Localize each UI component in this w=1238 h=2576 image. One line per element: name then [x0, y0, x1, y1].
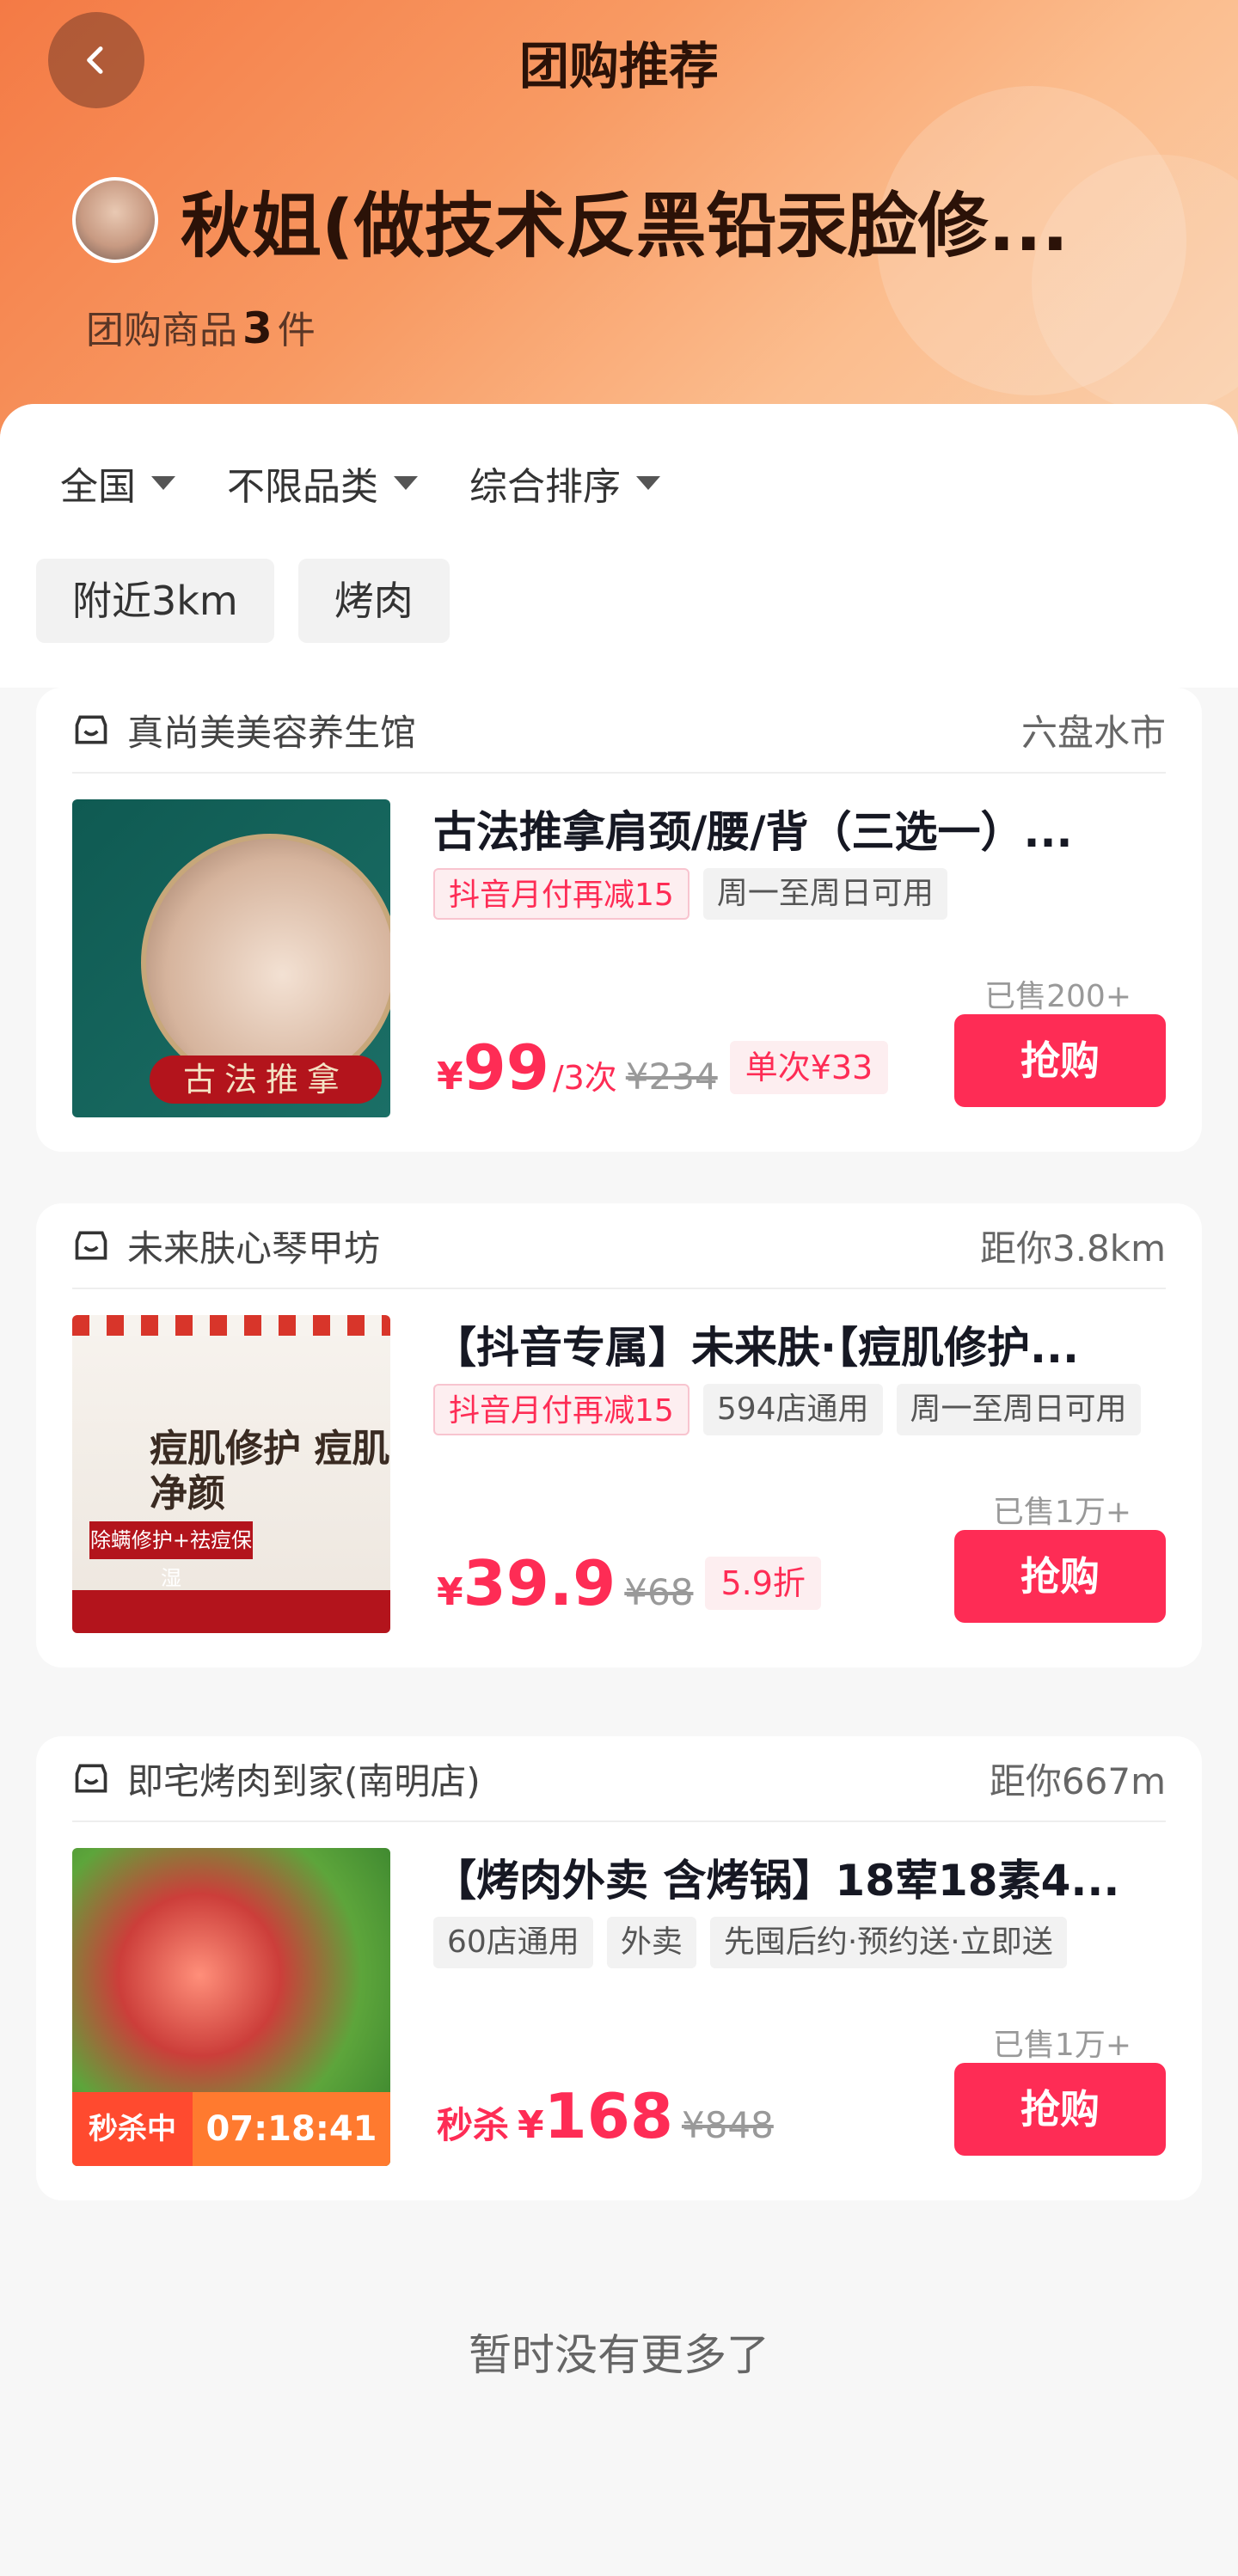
deal-title[interactable]: 【抖音专属】未来肤·【痘肌修护... — [433, 1313, 1159, 1375]
filter-label: 不限品类 — [227, 465, 378, 509]
content-sheet: 全国 不限品类 综合排序 附近3km 烤肉 真尚美美容养生馆 六盘水市 古法推拿 — [0, 404, 1238, 2576]
filter-category[interactable]: 不限品类 — [227, 456, 418, 511]
buy-button[interactable]: 抢购 — [954, 2063, 1166, 2156]
thumbnail-caption: 古法推拿 — [150, 1055, 382, 1104]
discount-badge: 5.9折 — [705, 1557, 821, 1610]
flash-sale-countdown: 07:18:41 — [193, 2092, 390, 2166]
flash-sale-banner: 秒杀中 07:18:41 — [72, 2092, 390, 2166]
filter-bar: 全国 不限品类 综合排序 — [60, 456, 660, 511]
price: 99 — [463, 1031, 549, 1104]
store-name: 未来肤心琴甲坊 — [127, 1227, 381, 1270]
filter-area: 全国 不限品类 综合排序 附近3km 烤肉 — [0, 404, 1238, 688]
price: 168 — [543, 2080, 673, 2152]
store-distance: 距你667m — [989, 1759, 1166, 1802]
deal-title[interactable]: 【烤肉外卖 含烤锅】18荤18素4... — [433, 1846, 1159, 1908]
original-price: ¥68 — [624, 1571, 694, 1613]
flash-sale-label: 秒杀中 — [72, 2092, 193, 2166]
discount-badge: 单次¥33 — [729, 1041, 889, 1094]
filter-sort[interactable]: 综合排序 — [469, 456, 660, 511]
store-icon — [75, 1764, 107, 1793]
availability-tag: 周一至周日可用 — [896, 1384, 1141, 1435]
store-distance: 六盘水市 — [1020, 711, 1166, 754]
delivery-tag: 外卖 — [606, 1917, 696, 1968]
buy-button[interactable]: 抢购 — [954, 1530, 1166, 1623]
caret-down-icon — [636, 476, 660, 490]
store-distance: 距你3.8km — [979, 1227, 1166, 1270]
goods-count: 团购商品 3 件 — [86, 299, 316, 354]
thumbnail-footer-bar — [72, 1590, 390, 1633]
store-name: 即宅烤肉到家(南明店) — [127, 1759, 481, 1802]
goods-count-suffix: 件 — [277, 309, 316, 352]
filter-region[interactable]: 全国 — [60, 456, 175, 511]
shop-header: 秋姐(做技术反黑铅汞脸修... — [72, 168, 1204, 271]
sold-count: 已售200+ — [984, 979, 1131, 1014]
no-more-text: 暂时没有更多了 — [469, 2330, 769, 2380]
caret-down-icon — [394, 476, 418, 490]
currency-symbol: ¥ — [437, 1570, 463, 1614]
currency-symbol: ¥ — [437, 1055, 463, 1098]
deal-tags: 60店通用 外卖 先囤后约·预约送·立即送 — [433, 1917, 1067, 1968]
deal-card[interactable]: 即宅烤肉到家(南明店) 距你667m 秒杀中 07:18:41 【烤肉外卖 含烤… — [36, 1736, 1202, 2200]
chip-bbq[interactable]: 烤肉 — [297, 559, 450, 643]
goods-count-number: 3 — [242, 303, 273, 353]
filter-label: 综合排序 — [469, 465, 621, 509]
price-row: ¥ 39.9 ¥68 5.9折 — [437, 1547, 821, 1619]
thumbnail-caption: 痘肌修护 痘肌净颜 — [150, 1427, 390, 1515]
deal-thumbnail[interactable]: 古法推拿 — [72, 799, 390, 1117]
deal-title[interactable]: 古法推拿肩颈/腰/背（三选一）... — [433, 798, 1159, 860]
store-name: 真尚美美容养生馆 — [127, 711, 417, 754]
original-price: ¥848 — [681, 2104, 774, 2146]
deal-card[interactable]: 真尚美美容养生馆 六盘水市 古法推拿 古法推拿肩颈/腰/背（三选一）... 抖音… — [36, 688, 1202, 1152]
decorative-ribbon — [72, 1315, 390, 1336]
buy-button[interactable]: 抢购 — [954, 1014, 1166, 1107]
quick-filter-chips: 附近3km 烤肉 — [36, 559, 450, 643]
deal-tags: 抖音月付再减15 594店通用 周一至周日可用 — [433, 1384, 1141, 1435]
price-unit: /3次 — [552, 1059, 617, 1097]
sold-count: 已售1万+ — [992, 2028, 1131, 2063]
flash-price-label: 秒杀 — [437, 2104, 510, 2146]
page-title: 团购推荐 — [518, 37, 719, 95]
store-row[interactable]: 未来肤心琴甲坊 距你3.8km — [72, 1203, 1166, 1289]
shop-name[interactable]: 秋姐(做技术反黑铅汞脸修... — [181, 168, 1069, 271]
thumbnail-subcaption: 除螨修护+祛痘保湿 — [89, 1521, 253, 1590]
filter-label: 全国 — [60, 465, 136, 509]
store-count-tag: 594店通用 — [702, 1384, 883, 1435]
booking-tag: 先囤后约·预约送·立即送 — [709, 1917, 1067, 1968]
deal-thumbnail[interactable]: 痘肌修护 痘肌净颜 除螨修护+祛痘保湿 — [72, 1315, 390, 1633]
caret-down-icon — [151, 476, 175, 490]
store-icon — [75, 715, 107, 744]
price-row: ¥ 99 /3次 ¥234 单次¥33 — [437, 1031, 889, 1104]
chip-nearby[interactable]: 附近3km — [36, 559, 274, 643]
sold-count: 已售1万+ — [992, 1495, 1131, 1530]
original-price: ¥234 — [625, 1055, 718, 1098]
deal-card[interactable]: 未来肤心琴甲坊 距你3.8km 痘肌修护 痘肌净颜 除螨修护+祛痘保湿 【抖音专… — [36, 1203, 1202, 1667]
currency-symbol: ¥ — [518, 2103, 544, 2147]
goods-count-prefix: 团购商品 — [86, 309, 237, 352]
store-icon — [75, 1231, 107, 1260]
price: 39.9 — [463, 1547, 616, 1619]
price-row: 秒杀 ¥ 168 ¥848 — [437, 2080, 774, 2152]
massage-image — [141, 834, 390, 1092]
deal-thumbnail[interactable]: 秒杀中 07:18:41 — [72, 1848, 390, 2166]
promo-tag: 抖音月付再减15 — [433, 868, 689, 920]
avatar[interactable] — [72, 176, 158, 263]
store-row[interactable]: 真尚美美容养生馆 六盘水市 — [72, 688, 1166, 774]
availability-tag: 周一至周日可用 — [702, 868, 947, 920]
store-count-tag: 60店通用 — [433, 1917, 593, 1968]
promo-tag: 抖音月付再减15 — [433, 1384, 689, 1435]
deal-tags: 抖音月付再减15 周一至周日可用 — [433, 868, 947, 920]
store-row[interactable]: 即宅烤肉到家(南明店) 距你667m — [72, 1736, 1166, 1822]
